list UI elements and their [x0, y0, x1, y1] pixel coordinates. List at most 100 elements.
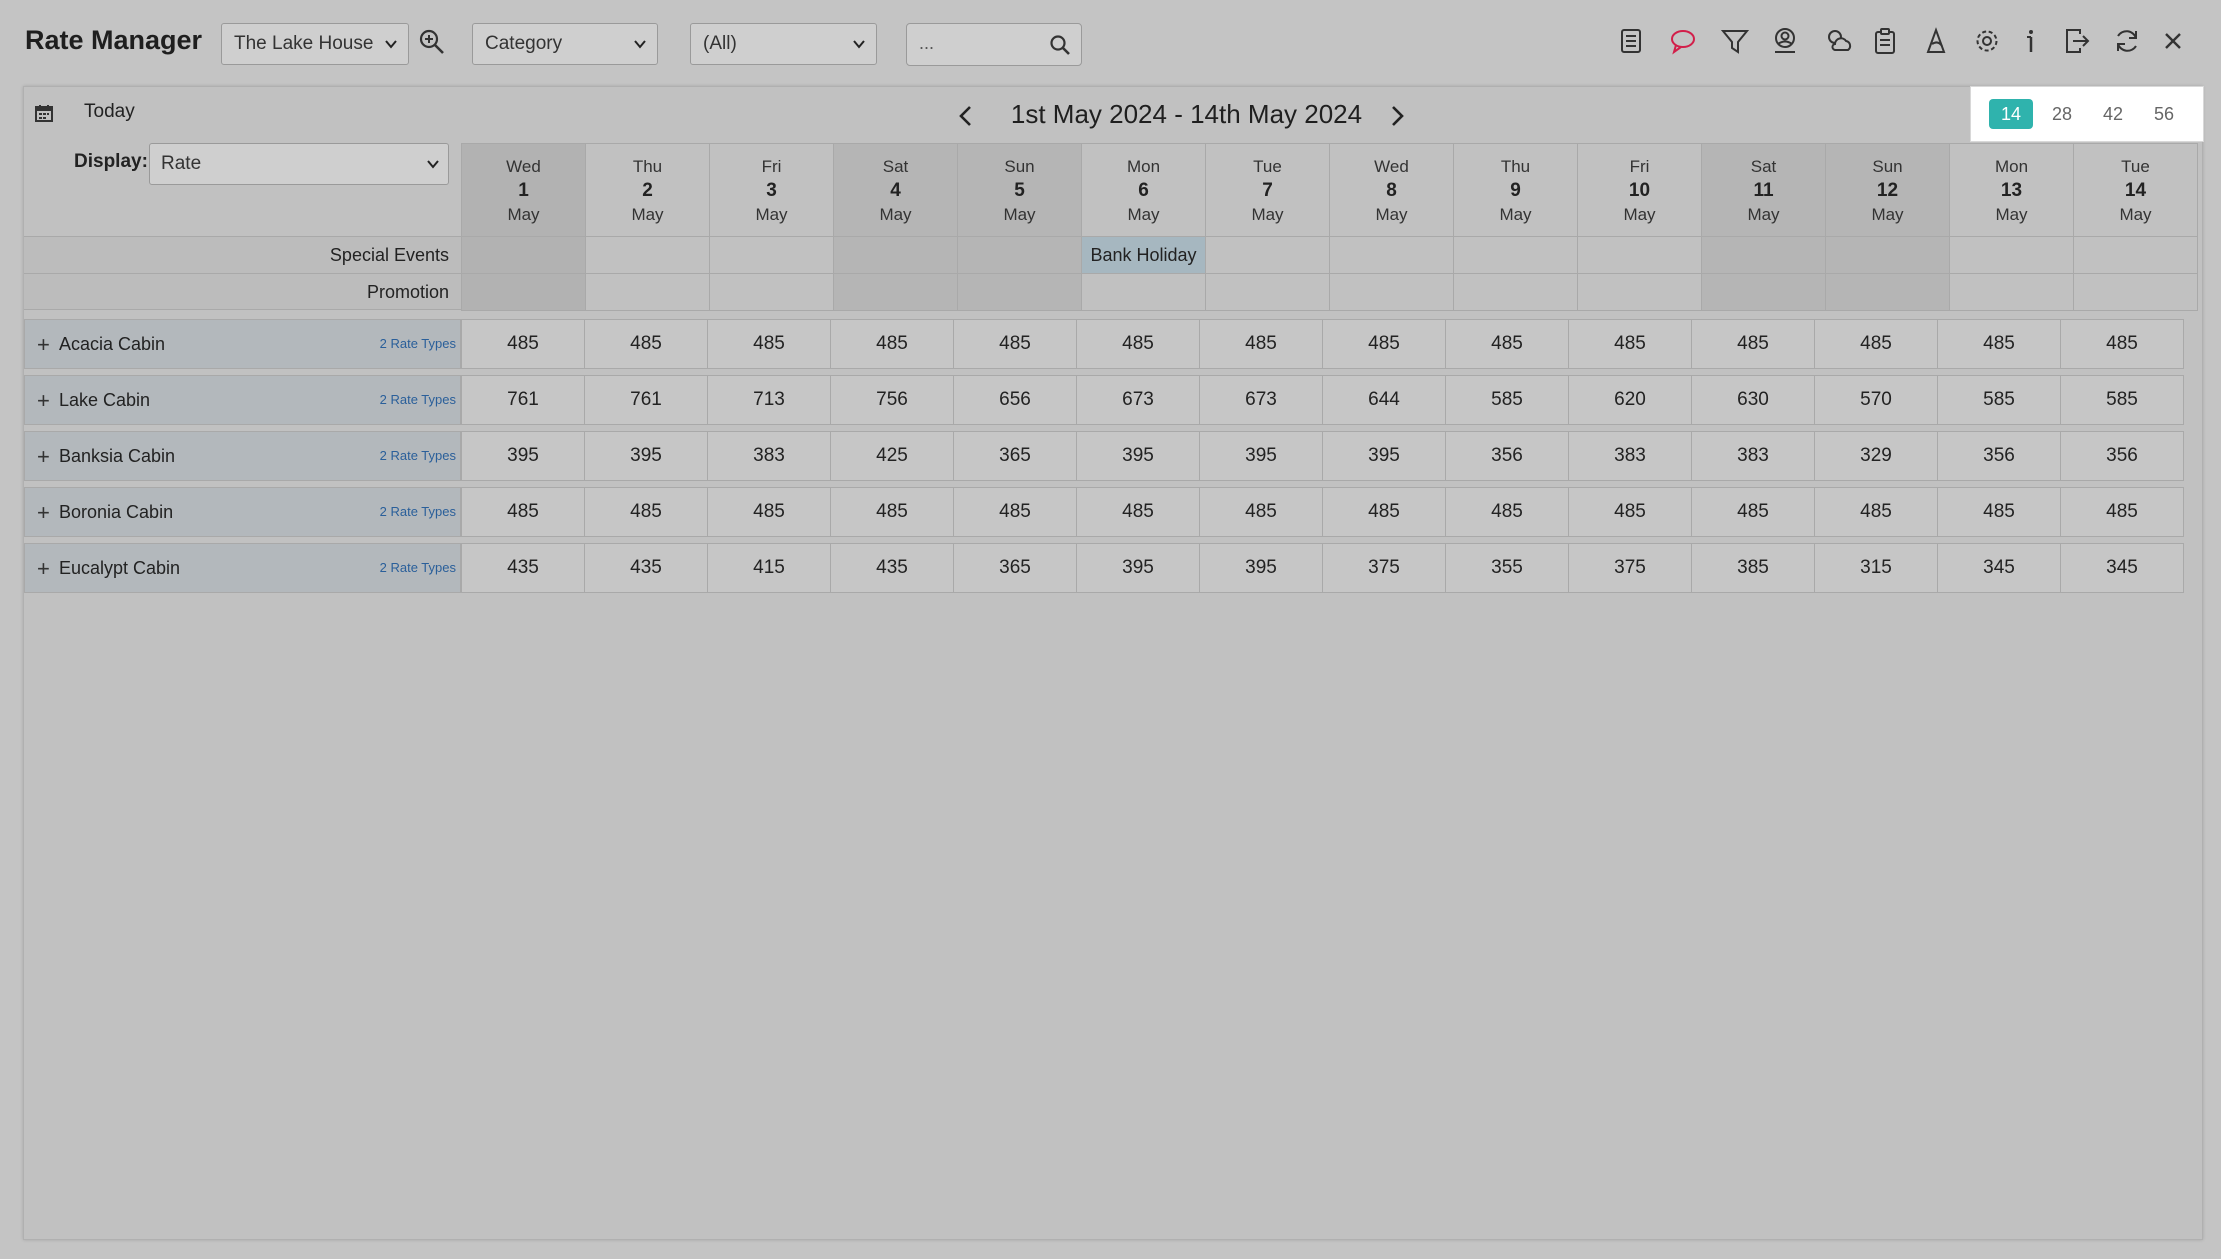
- rate-cell[interactable]: 570: [1814, 375, 1938, 425]
- promotion-cell[interactable]: [833, 273, 958, 311]
- promotion-cell[interactable]: [1825, 273, 1950, 311]
- special-event-empty-cell[interactable]: [833, 236, 958, 274]
- settings-icon[interactable]: [1972, 26, 2002, 56]
- special-event-empty-cell[interactable]: [2073, 236, 2198, 274]
- rate-cell[interactable]: 435: [584, 543, 708, 593]
- export-icon[interactable]: [2062, 26, 2092, 56]
- rate-types-link[interactable]: 2 Rate Types: [380, 504, 456, 519]
- rate-cell[interactable]: 355: [1445, 543, 1569, 593]
- rate-cell[interactable]: 673: [1076, 375, 1200, 425]
- rate-cell[interactable]: 375: [1322, 543, 1446, 593]
- rate-cell[interactable]: 345: [2060, 543, 2184, 593]
- rate-cell[interactable]: 485: [584, 319, 708, 369]
- promotion-cell[interactable]: [2073, 273, 2198, 311]
- filter-icon[interactable]: [1720, 26, 1750, 56]
- day-span-option[interactable]: 42: [2091, 99, 2135, 129]
- rate-cell[interactable]: 485: [1199, 319, 1323, 369]
- group-by-select[interactable]: Category: [472, 23, 658, 65]
- rate-cell[interactable]: 620: [1568, 375, 1692, 425]
- rate-cell[interactable]: 485: [953, 319, 1077, 369]
- promotion-cell[interactable]: [1329, 273, 1454, 311]
- rate-cell[interactable]: 673: [1199, 375, 1323, 425]
- rate-cell[interactable]: 365: [953, 543, 1077, 593]
- room-label[interactable]: + Boronia Cabin 2 Rate Types: [24, 487, 461, 537]
- promotion-cell[interactable]: [1949, 273, 2074, 311]
- promotion-cell[interactable]: [585, 273, 710, 311]
- rate-cell[interactable]: 395: [1199, 431, 1323, 481]
- special-event-empty-cell[interactable]: [585, 236, 710, 274]
- rate-cell[interactable]: 630: [1691, 375, 1815, 425]
- rate-types-link[interactable]: 2 Rate Types: [380, 560, 456, 575]
- rate-cell[interactable]: 329: [1814, 431, 1938, 481]
- room-label[interactable]: + Eucalypt Cabin 2 Rate Types: [24, 543, 461, 593]
- rate-cell[interactable]: 395: [1076, 431, 1200, 481]
- rate-cell[interactable]: 485: [1568, 319, 1692, 369]
- rate-cell[interactable]: 356: [1445, 431, 1569, 481]
- room-label[interactable]: + Lake Cabin 2 Rate Types: [24, 375, 461, 425]
- rate-cell[interactable]: 485: [1199, 487, 1323, 537]
- wizard-icon[interactable]: [1922, 26, 1952, 56]
- property-select[interactable]: The Lake House: [221, 23, 409, 65]
- day-span-option[interactable]: 56: [2142, 99, 2186, 129]
- expand-plus-icon[interactable]: +: [37, 556, 50, 582]
- rate-cell[interactable]: 485: [1322, 319, 1446, 369]
- promotion-cell[interactable]: [1453, 273, 1578, 311]
- rate-cell[interactable]: 356: [1937, 431, 2061, 481]
- rate-cell[interactable]: 395: [1199, 543, 1323, 593]
- guest-icon[interactable]: [1770, 26, 1800, 56]
- rate-cell[interactable]: 485: [2060, 487, 2184, 537]
- zoom-in-icon[interactable]: [418, 28, 446, 56]
- rate-cell[interactable]: 485: [1691, 487, 1815, 537]
- expand-plus-icon[interactable]: +: [37, 332, 50, 358]
- rate-cell[interactable]: 656: [953, 375, 1077, 425]
- rate-cell[interactable]: 485: [1322, 487, 1446, 537]
- rate-cell[interactable]: 485: [461, 319, 585, 369]
- rate-cell[interactable]: 485: [1076, 487, 1200, 537]
- comment-icon[interactable]: [1668, 26, 1698, 56]
- rate-cell[interactable]: 425: [830, 431, 954, 481]
- special-event-empty-cell[interactable]: [1453, 236, 1578, 274]
- rate-cell[interactable]: 585: [1937, 375, 2061, 425]
- promotion-cell[interactable]: [1081, 273, 1206, 311]
- promotion-cell[interactable]: [957, 273, 1082, 311]
- filter-select[interactable]: (All): [690, 23, 877, 65]
- promotion-cell[interactable]: [461, 273, 586, 311]
- promotion-cell[interactable]: [1701, 273, 1826, 311]
- rate-cell[interactable]: 485: [953, 487, 1077, 537]
- rate-cell[interactable]: 761: [584, 375, 708, 425]
- special-event-empty-cell[interactable]: [1205, 236, 1330, 274]
- display-select[interactable]: Rate: [149, 143, 449, 185]
- expand-plus-icon[interactable]: +: [37, 500, 50, 526]
- rate-cell[interactable]: 485: [830, 319, 954, 369]
- rate-cell[interactable]: 485: [1691, 319, 1815, 369]
- rate-cell[interactable]: 395: [1076, 543, 1200, 593]
- rate-cell[interactable]: 485: [1076, 319, 1200, 369]
- rate-cell[interactable]: 485: [1814, 319, 1938, 369]
- room-label[interactable]: + Banksia Cabin 2 Rate Types: [24, 431, 461, 481]
- special-event-empty-cell[interactable]: [1949, 236, 2074, 274]
- rate-cell[interactable]: 756: [830, 375, 954, 425]
- clipboard-icon[interactable]: [1870, 26, 1900, 56]
- rate-cell[interactable]: 383: [707, 431, 831, 481]
- info-icon[interactable]: [2016, 26, 2046, 56]
- refresh-icon[interactable]: [2112, 26, 2142, 56]
- special-event-empty-cell[interactable]: [1825, 236, 1950, 274]
- special-event-empty-cell[interactable]: [1329, 236, 1454, 274]
- special-event-empty-cell[interactable]: [957, 236, 1082, 274]
- rate-cell[interactable]: 485: [1445, 487, 1569, 537]
- rate-cell[interactable]: 485: [2060, 319, 2184, 369]
- special-event-empty-cell[interactable]: [709, 236, 834, 274]
- rate-cell[interactable]: 485: [584, 487, 708, 537]
- chevron-right-icon[interactable]: [1385, 103, 1409, 129]
- rate-cell[interactable]: 485: [830, 487, 954, 537]
- rate-cell[interactable]: 395: [461, 431, 585, 481]
- rate-cell[interactable]: 485: [707, 319, 831, 369]
- special-event-cell[interactable]: Bank Holiday: [1081, 236, 1206, 274]
- chevron-left-icon[interactable]: [954, 103, 978, 129]
- promotion-cell[interactable]: [1577, 273, 1702, 311]
- rate-cell[interactable]: 485: [461, 487, 585, 537]
- rate-cell[interactable]: 485: [1568, 487, 1692, 537]
- rate-cell[interactable]: 383: [1568, 431, 1692, 481]
- rate-cell[interactable]: 485: [1937, 487, 2061, 537]
- search-input[interactable]: ...: [906, 23, 1082, 66]
